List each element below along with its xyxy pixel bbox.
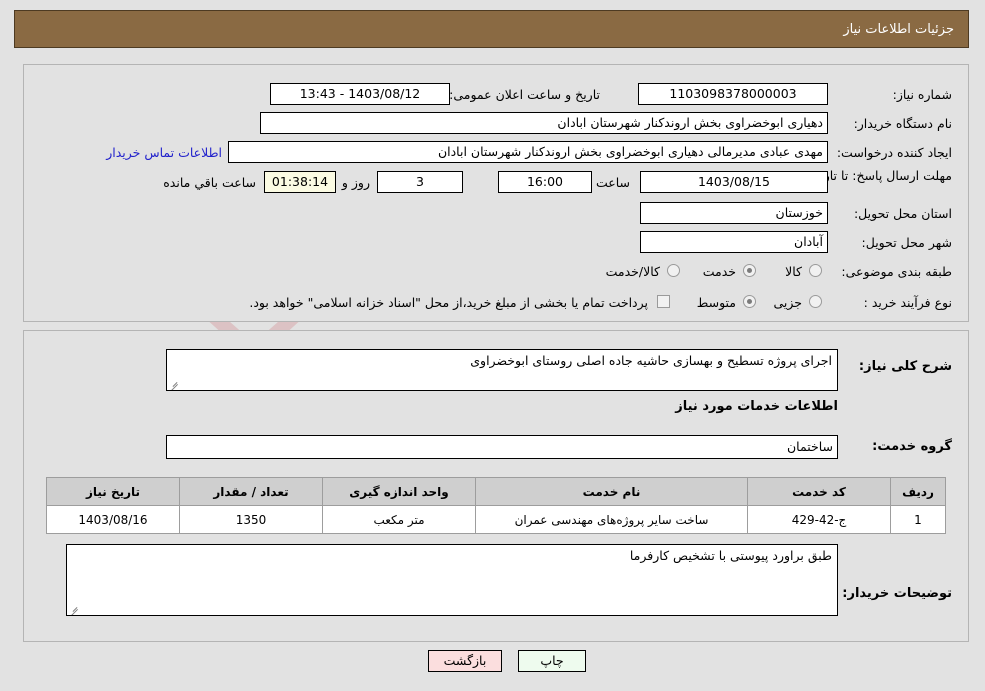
province-label: استان محل تحویل:: [853, 206, 952, 221]
deadline-days-suffix-label: روز و: [341, 175, 370, 190]
request-creator-value: مهدی عبادی مدیرمالی دهیاری ابوخضراوی بخش…: [228, 141, 828, 163]
radio-subject-kala-khedmat-label: کالا/خدمت: [605, 264, 660, 279]
back-button[interactable]: بازگشت: [428, 650, 502, 672]
radio-subject-khedmat[interactable]: [743, 264, 756, 277]
col-need-date: تاریخ نیاز: [46, 477, 180, 506]
resize-grip-icon-2[interactable]: [69, 604, 80, 615]
buyer-remarks-value: طبق براورد پیوستی با تشخیص کارفرما: [629, 548, 832, 563]
col-service-name: نام خدمت: [475, 477, 748, 506]
cell-service-code: ج-42-429: [747, 505, 891, 534]
radio-process-jozei[interactable]: [809, 295, 822, 308]
cell-quantity: 1350: [179, 505, 323, 534]
page-title: جزئیات اطلاعات نیاز: [843, 22, 954, 37]
need-number-label: شماره نیاز:: [892, 87, 952, 102]
table-row: 1 ج-42-429 ساخت سایر پروژه‌های مهندسی عم…: [46, 505, 946, 534]
radio-process-motavaset-label: متوسط: [696, 295, 736, 310]
service-group-label: گروه خدمت:: [872, 439, 952, 454]
resize-grip-icon[interactable]: [169, 379, 180, 390]
cell-service-name: ساخت سایر پروژه‌های مهندسی عمران: [475, 505, 748, 534]
deadline-hour-label: ساعت: [595, 175, 630, 190]
col-row: ردیف: [890, 477, 946, 506]
deadline-date-value: 1403/08/15: [640, 171, 828, 193]
deadline-label: مهلت ارسال پاسخ: تا تاریخ:: [807, 168, 952, 183]
radio-subject-kala[interactable]: [809, 264, 822, 277]
buyer-org-value: دهیاری ابوخضراوی بخش اروندکنار شهرستان ا…: [260, 112, 828, 134]
public-announce-value: 1403/08/12 - 13:43: [270, 83, 450, 105]
city-value: آبادان: [640, 231, 828, 253]
general-desc-textarea[interactable]: اجرای پروژه تسطیح و بهسازی حاشیه جاده اص…: [166, 349, 838, 391]
general-desc-label: شرح کلی نیاز:: [858, 359, 952, 374]
buyer-org-label: نام دستگاه خریدار:: [853, 116, 952, 131]
services-table: ردیف کد خدمت نام خدمت واحد اندازه گیری ت…: [46, 477, 946, 534]
need-number-value: 1103098378000003: [638, 83, 828, 105]
radio-process-motavaset[interactable]: [743, 295, 756, 308]
col-quantity: تعداد / مقدار: [179, 477, 323, 506]
general-desc-value: اجرای پروژه تسطیح و بهسازی حاشیه جاده اص…: [470, 353, 832, 368]
radio-process-jozei-label: جزیی: [773, 295, 802, 310]
radio-subject-kala-khedmat[interactable]: [667, 264, 680, 277]
deadline-countdown-timer: 01:38:14: [264, 171, 336, 193]
islamic-treasury-checkbox-label: پرداخت تمام یا بخشی از مبلغ خرید،از محل …: [249, 295, 648, 310]
cell-row: 1: [890, 505, 946, 534]
request-creator-label: ایجاد کننده درخواست:: [836, 145, 952, 160]
col-unit: واحد اندازه گیری: [322, 477, 476, 506]
print-button[interactable]: چاپ: [518, 650, 586, 672]
deadline-days-value: 3: [377, 171, 463, 193]
col-service-code: کد خدمت: [747, 477, 891, 506]
radio-subject-khedmat-label: خدمت: [702, 264, 736, 279]
service-group-value: ساختمان: [166, 435, 838, 459]
services-section-title: اطلاعات خدمات مورد نیاز: [675, 399, 838, 414]
public-announce-label: تاریخ و ساعت اعلان عمومی:: [449, 87, 600, 102]
radio-subject-kala-label: کالا: [785, 264, 802, 279]
deadline-timer-suffix-label: ساعت باقي مانده: [163, 175, 256, 190]
deadline-hour-value: 16:00: [498, 171, 592, 193]
city-label: شهر محل تحویل:: [861, 235, 952, 250]
cell-unit: متر مکعب: [322, 505, 476, 534]
province-value: خوزستان: [640, 202, 828, 224]
purchase-process-label: نوع فرآیند خرید :: [863, 295, 952, 310]
buyer-remarks-textarea[interactable]: طبق براورد پیوستی با تشخیص کارفرما: [66, 544, 838, 616]
buyer-remarks-label: توضیحات خریدار:: [842, 586, 952, 601]
buyer-contact-link[interactable]: اطلاعات تماس خریدار: [106, 145, 222, 160]
islamic-treasury-checkbox[interactable]: [657, 295, 670, 308]
cell-need-date: 1403/08/16: [46, 505, 180, 534]
need-info-panel: شماره نیاز: 1103098378000003 تاریخ و ساع…: [23, 64, 969, 322]
page-title-bar: جزئیات اطلاعات نیاز: [14, 10, 969, 48]
subject-class-label: طبقه بندی موضوعی:: [841, 264, 952, 279]
table-header-row: ردیف کد خدمت نام خدمت واحد اندازه گیری ت…: [46, 477, 946, 506]
